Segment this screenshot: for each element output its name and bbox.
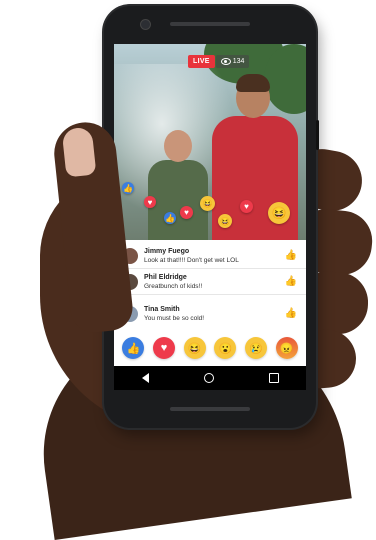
viewer-count: 134	[215, 54, 250, 68]
comment-text: You must be so cold!	[144, 315, 205, 322]
home-icon[interactable]	[203, 373, 214, 383]
haha-reaction-icon[interactable]: 😆	[183, 337, 206, 359]
comment-author[interactable]: Jimmy Fuego	[144, 248, 189, 255]
comment-list: Jimmy Fuego Look at that!!!! Don't get w…	[114, 240, 306, 336]
earpiece-speaker	[170, 22, 250, 26]
floating-heart-icon: ♥	[144, 196, 156, 208]
floating-like-icon: 👍	[122, 182, 134, 194]
angry-reaction-icon[interactable]: 😠	[275, 337, 298, 359]
divider	[114, 268, 306, 269]
bottom-speaker	[170, 407, 250, 411]
phone: LIVE 134 👍 ♥ 👍 ♥ 😆 😆 ♥ 😆 Jimmy Fuego Loo…	[104, 6, 316, 428]
front-camera	[140, 19, 151, 30]
floating-heart-icon: ♥	[180, 206, 193, 219]
live-badge: LIVE	[188, 54, 215, 68]
wow-reaction-icon[interactable]: 😮	[214, 337, 237, 359]
comment-text: Look at that!!!! Don't get wet LOL	[144, 257, 239, 264]
love-reaction-icon[interactable]: ♥	[152, 337, 175, 359]
person-head	[164, 130, 192, 162]
live-indicator: LIVE 134	[188, 54, 250, 68]
floating-heart-icon: ♥	[240, 200, 253, 213]
like-reaction-icon[interactable]: 👍	[122, 337, 145, 359]
comment-author[interactable]: Tina Smith	[144, 306, 180, 313]
floating-haha-icon: 😆	[218, 214, 232, 228]
divider	[114, 294, 306, 295]
power-button[interactable]	[316, 120, 319, 150]
person-hair	[236, 74, 270, 92]
like-comment-icon[interactable]: 👍	[284, 276, 298, 288]
sad-reaction-icon[interactable]: 😢	[244, 337, 267, 359]
person-wet-boy	[148, 160, 208, 240]
floating-haha-icon: 😆	[268, 202, 290, 224]
like-comment-icon[interactable]: 👍	[284, 308, 298, 320]
reaction-bar: 👍 ♥ 😆 😮 😢 😠	[114, 336, 306, 360]
comment-author[interactable]: Phil Eldridge	[144, 274, 187, 281]
viewer-count-value: 134	[232, 57, 245, 65]
floating-like-icon: 👍	[164, 212, 176, 224]
live-video[interactable]: LIVE 134 👍 ♥ 👍 ♥ 😆 😆 ♥ 😆	[114, 44, 306, 240]
recent-apps-icon[interactable]	[268, 373, 279, 383]
floating-haha-icon: 😆	[200, 196, 215, 211]
android-nav-bar	[114, 366, 306, 390]
comment-text: Greatbunch of kids!!	[144, 283, 203, 290]
back-icon[interactable]	[141, 373, 149, 383]
eye-icon	[220, 57, 231, 65]
screen: LIVE 134 👍 ♥ 👍 ♥ 😆 😆 ♥ 😆 Jimmy Fuego Loo…	[114, 44, 306, 390]
like-comment-icon[interactable]: 👍	[284, 250, 298, 262]
